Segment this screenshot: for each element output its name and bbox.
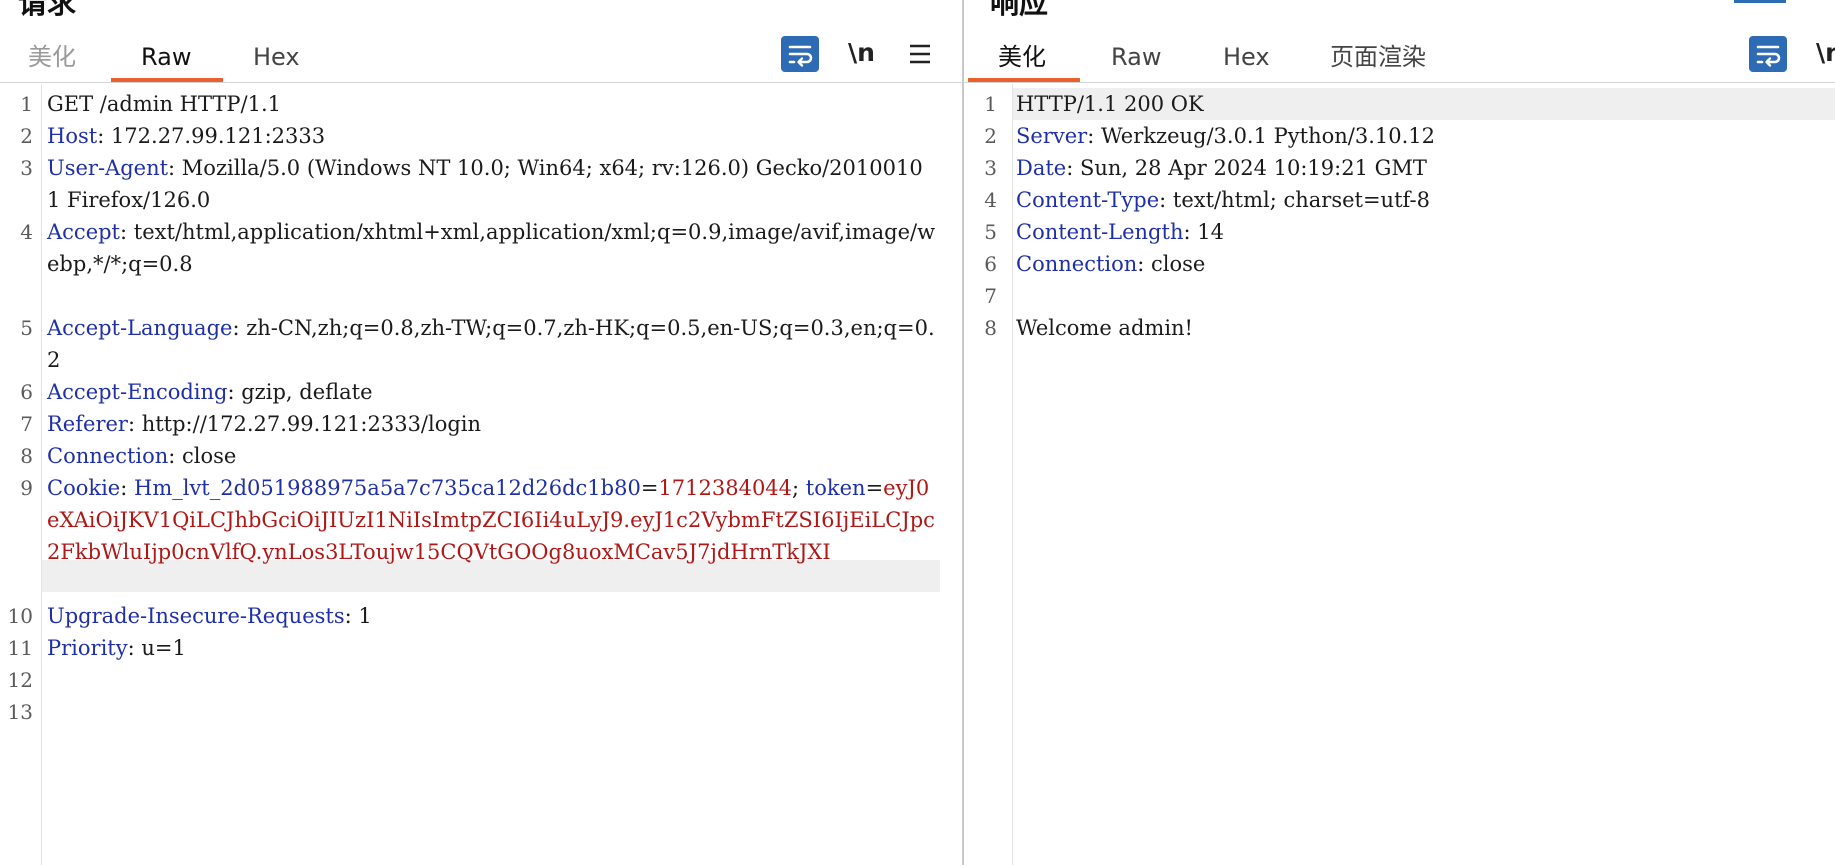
title-accent-bar: [1734, 0, 1786, 3]
line-number: 1: [20, 92, 33, 116]
line-number: 1: [984, 92, 997, 116]
header-value: : text/html; charset=utf-8: [1159, 188, 1431, 212]
tab-pretty[interactable]: 美化: [998, 42, 1046, 72]
wrap-lines-icon[interactable]: [781, 36, 819, 72]
response-body: Welcome admin!: [1016, 316, 1193, 340]
header-value: : 172.27.99.121:2333: [97, 124, 326, 148]
header-name: Accept-Language: [47, 316, 233, 340]
response-pane: 响应 美化 Raw Hex 页面渲染 \n 1 HTTP/1.1 200 OK …: [964, 0, 1835, 865]
tab-raw[interactable]: Raw: [1111, 42, 1161, 72]
header-value: : u=1: [127, 636, 186, 660]
header-name: User-Agent: [47, 156, 169, 180]
header-value: : Mozilla/5.0 (Windows NT 10.0; Win64; x…: [47, 156, 923, 212]
line-number: 11: [7, 636, 33, 660]
line-number: 5: [984, 220, 997, 244]
line-number: 7: [20, 412, 33, 436]
request-title: 请求: [18, 0, 77, 20]
tabs-divider: [0, 82, 962, 83]
line-number: 7: [984, 284, 997, 308]
header-name: Content-Length: [1016, 220, 1184, 244]
header-value: : gzip, deflate: [227, 380, 373, 404]
header-value: : Werkzeug/3.0.1 Python/3.10.12: [1087, 124, 1435, 148]
request-line: GET /admin HTTP/1.1: [47, 92, 281, 116]
header-name: Date: [1016, 156, 1067, 180]
line-number: 9: [20, 476, 33, 500]
line-number: 13: [7, 700, 33, 724]
line-number: 3: [20, 156, 33, 180]
line-number: 6: [20, 380, 33, 404]
tab-hex[interactable]: Hex: [1223, 42, 1270, 72]
line-number: 6: [984, 252, 997, 276]
request-editor[interactable]: 1 GET /admin HTTP/1.1 2 Host: 172.27.99.…: [0, 84, 962, 865]
header-name: Content-Type: [1016, 188, 1160, 212]
header-name: Cookie: [47, 476, 121, 500]
show-newlines-button[interactable]: \n: [1816, 38, 1835, 68]
header-name: Host: [47, 124, 98, 148]
line-number: 10: [7, 604, 33, 628]
header-name: Connection: [47, 444, 169, 468]
line-number: 2: [984, 124, 997, 148]
line-number: 4: [984, 188, 997, 212]
line-number: 5: [20, 316, 33, 340]
tab-pretty[interactable]: 美化: [28, 42, 76, 72]
line-number: 8: [20, 444, 33, 468]
gutter-divider: [1012, 84, 1013, 865]
header-name: Priority: [47, 636, 128, 660]
cookie-value: 1712384044: [658, 476, 793, 500]
header-name: Connection: [1016, 252, 1138, 276]
line-number: 8: [984, 316, 997, 340]
request-pane: 请求 美化 Raw Hex \n 1 GET /admin HTTP/1.1 2…: [0, 0, 962, 865]
tab-raw[interactable]: Raw: [141, 42, 191, 72]
header-value: : 1: [344, 604, 372, 628]
header-name: Upgrade-Insecure-Requests: [47, 604, 345, 628]
status-line: HTTP/1.1 200 OK: [1016, 92, 1204, 116]
header-name: Server: [1016, 124, 1088, 148]
line-number: 12: [7, 668, 33, 692]
response-title: 响应: [990, 0, 1049, 20]
cookie-name: token: [805, 476, 866, 500]
header-value: : text/html,application/xhtml+xml,applic…: [47, 220, 936, 276]
cookie-name: Hm_lvt_2d051988975a5a7c735ca12d26dc1b80: [134, 476, 641, 500]
header-value: : Sun, 28 Apr 2024 10:19:21 GMT: [1066, 156, 1427, 180]
line-number: 3: [984, 156, 997, 180]
header-name: Accept: [47, 220, 120, 244]
tab-render[interactable]: 页面渲染: [1330, 42, 1426, 72]
tabs-divider: [964, 82, 1835, 83]
line-number: 4: [20, 220, 33, 244]
wrap-lines-icon[interactable]: [1749, 36, 1787, 72]
tab-hex[interactable]: Hex: [253, 42, 300, 72]
gutter-divider: [41, 84, 42, 865]
response-editor[interactable]: 1 HTTP/1.1 200 OK 2 Server: Werkzeug/3.0…: [964, 84, 1835, 865]
header-value: : close: [1137, 252, 1206, 276]
show-newlines-button[interactable]: \n: [848, 38, 875, 68]
line-number: 2: [20, 124, 33, 148]
header-value: : http://172.27.99.121:2333/login: [127, 412, 482, 436]
hamburger-menu-icon[interactable]: [908, 43, 932, 65]
header-value: : 14: [1183, 220, 1224, 244]
header-value: : close: [168, 444, 237, 468]
header-name: Referer: [47, 412, 128, 436]
header-name: Accept-Encoding: [47, 380, 228, 404]
